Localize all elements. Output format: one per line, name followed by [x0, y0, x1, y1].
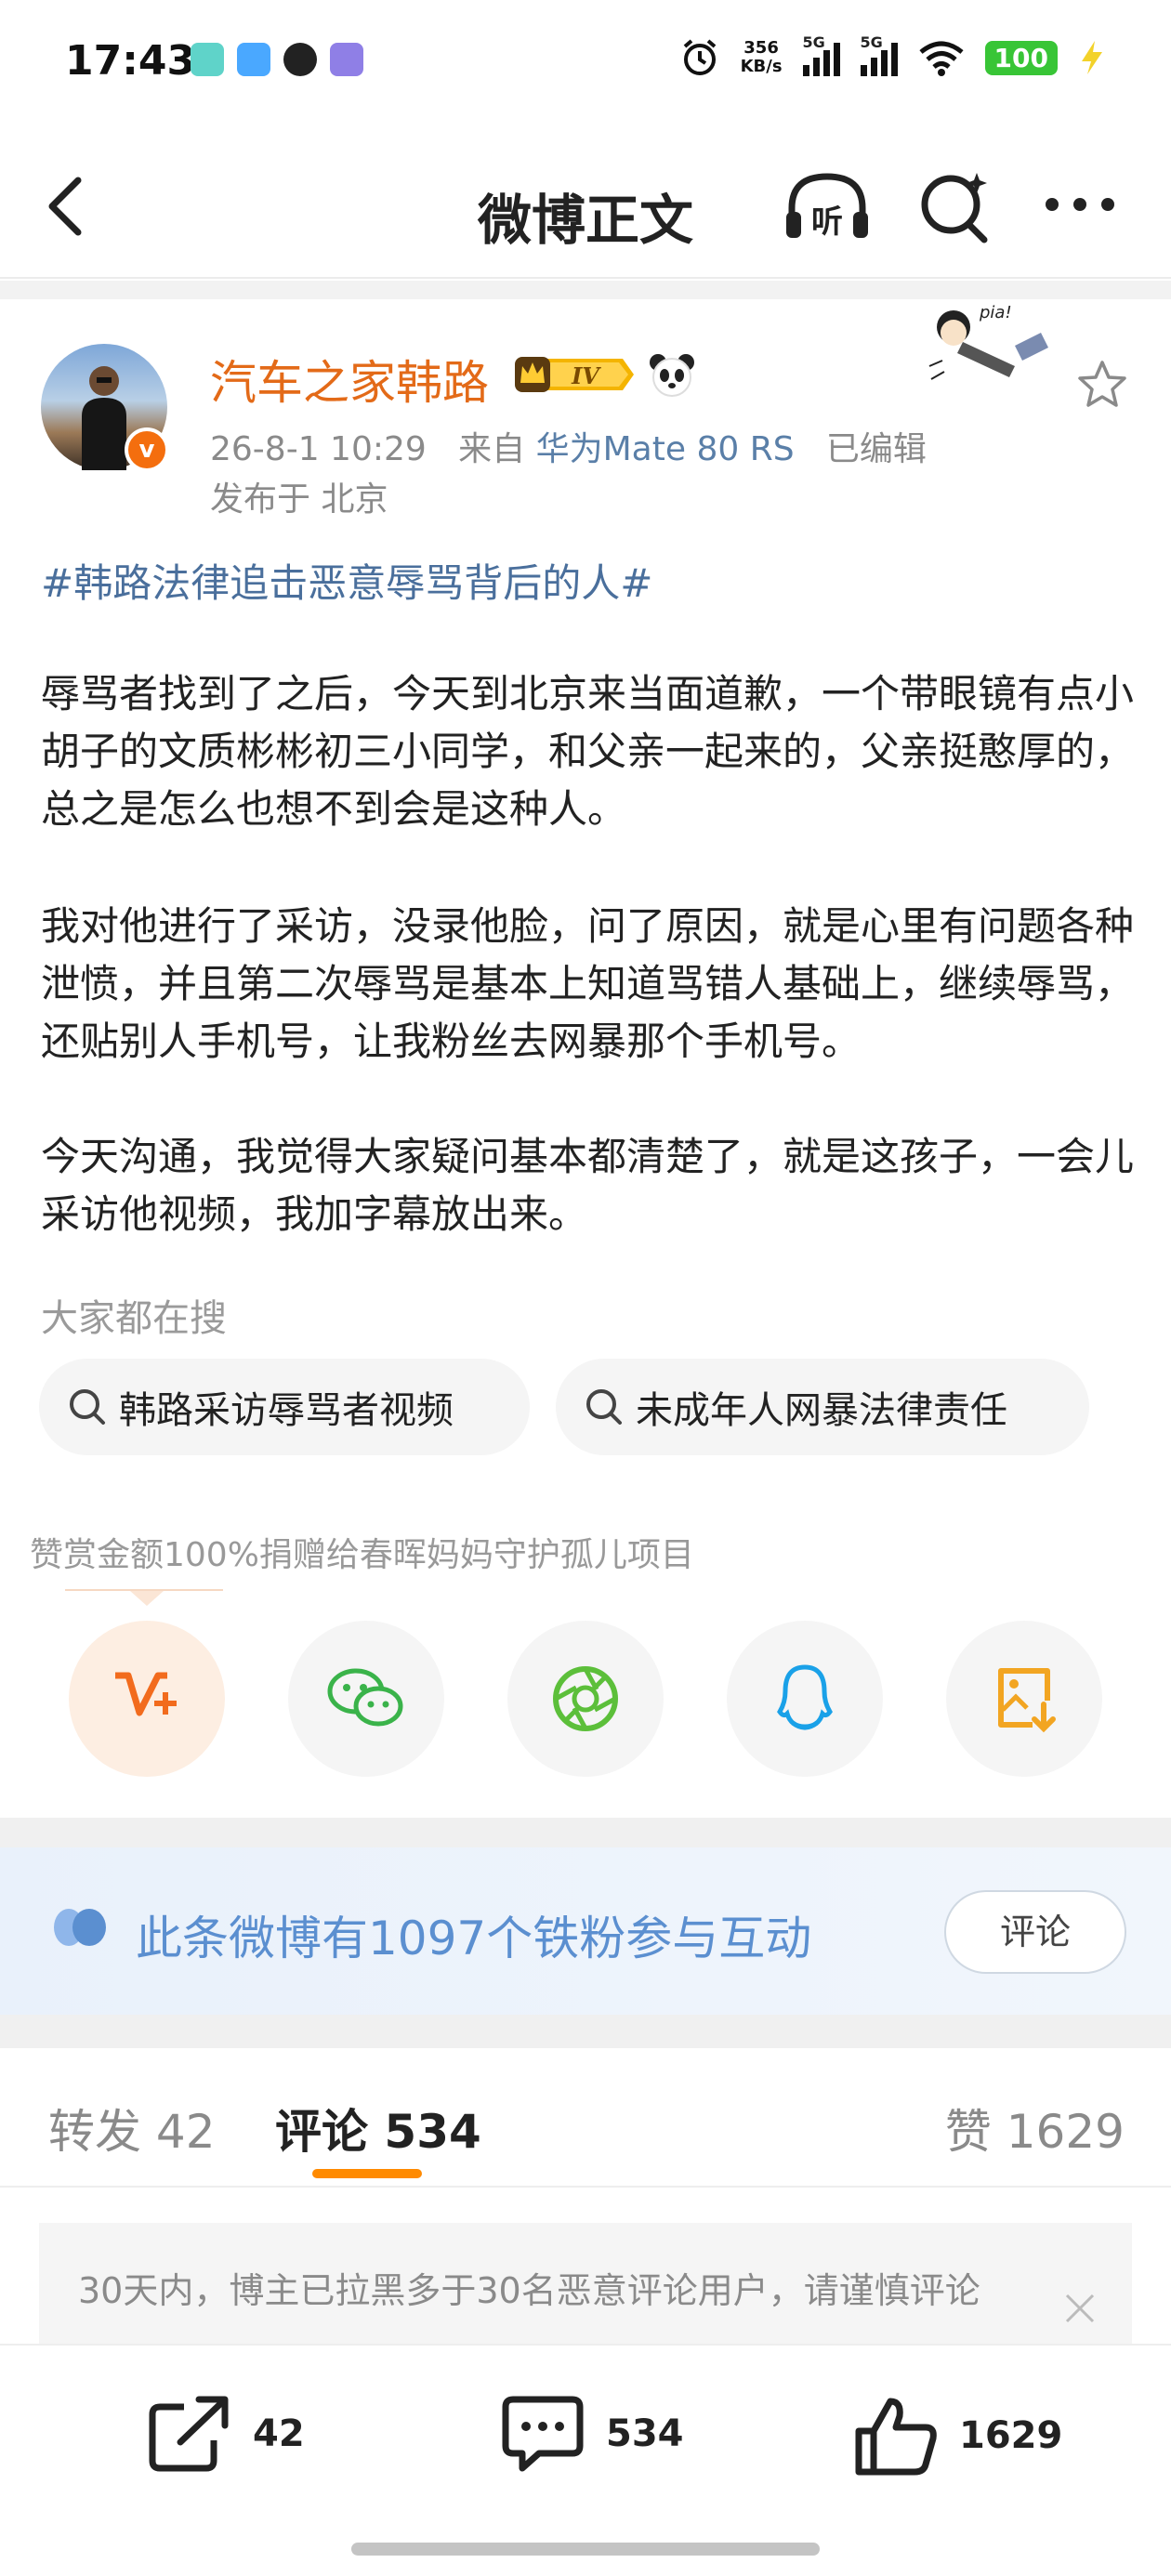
like-button[interactable]: 1629 [853, 2394, 1062, 2477]
comment-count: 534 [606, 2412, 684, 2455]
tab-like-count: 1629 [1006, 2105, 1125, 2159]
tab-comment[interactable]: 评论 534 [275, 2095, 481, 2162]
reward-text: 赞赏金额100%捐赠给春晖妈妈守护孤儿项目 [30, 1536, 694, 1574]
source-prefix: 来自 [458, 430, 526, 468]
tab-comment-count: 534 [384, 2105, 481, 2159]
svg-text:IV: IV [571, 362, 601, 389]
hashtag-link[interactable]: #韩路法律追击恶意辱骂背后的人# [41, 552, 652, 609]
status-icons: 356 KB/s 5G 5G 100 [679, 33, 1106, 78]
panda-icon [650, 354, 694, 397]
app-notification-icon [191, 43, 224, 76]
author-name[interactable]: 汽车之家韩路 [210, 346, 489, 413]
fans-icon [54, 1909, 106, 1946]
app-notification-icon [237, 43, 270, 76]
comment-button[interactable]: 534 [500, 2394, 684, 2474]
search-icon[interactable] [915, 167, 993, 245]
tab-repost[interactable]: 转发 42 [48, 2095, 216, 2162]
qq-notification-icon [283, 43, 317, 76]
alarm-icon [683, 39, 716, 75]
net-speed-value: 356 [743, 38, 779, 58]
post-location: 发布于 北京 [210, 480, 388, 519]
charging-icon [1082, 41, 1102, 74]
section-divider [0, 1818, 1171, 1847]
repost-count: 42 [253, 2412, 305, 2455]
tab-repost-count: 42 [155, 2105, 216, 2159]
home-indicator[interactable] [351, 2543, 820, 2556]
like-icon [855, 2398, 937, 2476]
post-paragraph: 我对他进行了采访，没录他脸，问了原因，就是心里有问题各种泄愤，并且第二次辱骂是基… [41, 903, 1135, 1064]
signal-label: 5G [860, 33, 883, 51]
post-paragraph: 辱骂者找到了之后，今天到北京来当面道歉，一个带眼镜有点小胡子的文质彬彬初三小同学… [41, 671, 1135, 832]
favorite-star-icon[interactable] [1074, 357, 1130, 413]
signal-icon: 5G [860, 33, 898, 76]
edited-label[interactable]: 已编辑 [826, 430, 927, 468]
svg-text:pia!: pia! [979, 303, 1012, 322]
nav-bar: 微博正文 听 [0, 130, 1171, 279]
reward-button[interactable] [69, 1621, 225, 1777]
wifi-icon [918, 41, 964, 76]
share-qq-button[interactable] [727, 1621, 883, 1777]
svg-text:听: 听 [811, 204, 843, 241]
post-paragraph: 今天沟通，我觉得大家疑问基本都清楚了，就是这孩子，一会儿采访他视频，我加字幕放出… [41, 1134, 1135, 1237]
repost-icon [149, 2396, 229, 2472]
fans-banner: 此条微博有1097个铁粉参与互动 评论 [0, 1847, 1171, 2015]
bottom-action-bar: 42 534 1629 [0, 2344, 1171, 2576]
repost-button[interactable]: 42 [147, 2394, 305, 2474]
notification-icons [191, 43, 363, 76]
search-icon [586, 1389, 622, 1425]
tab-repost-label: 转发 [48, 2105, 141, 2159]
vip-level-badge-icon[interactable]: IV [513, 351, 636, 398]
qq-icon [777, 1664, 833, 1730]
vplus-icon [115, 1672, 177, 1716]
fans-banner-text: 此条微博有1097个铁粉参与互动 [136, 1912, 812, 1965]
section-divider [0, 2015, 1171, 2048]
page-title: 微博正文 [477, 189, 693, 252]
net-speed: 356 KB/s [741, 39, 783, 76]
net-speed-unit: KB/s [740, 57, 783, 76]
hot-search-chip[interactable]: 未成年人网暴法律责任 [556, 1359, 1089, 1455]
tab-like[interactable]: 赞 1629 [945, 2095, 1125, 2162]
hot-search-title: 大家都在搜 [41, 1297, 227, 1340]
active-tab-indicator [312, 2169, 422, 2178]
avatar-person-icon [82, 366, 126, 470]
listen-icon[interactable]: 听 [781, 167, 874, 245]
moments-icon [553, 1666, 618, 1731]
post-device[interactable]: 华为Mate 80 RS [536, 430, 795, 468]
wechat-icon [327, 1668, 403, 1727]
interaction-tabs: 转发 42 评论 534 赞 1629 [0, 2048, 1171, 2188]
status-time: 17:43 [65, 37, 196, 85]
verified-badge: v [125, 427, 169, 472]
save-image-icon [998, 1668, 1056, 1733]
share-moments-button[interactable] [507, 1621, 664, 1777]
battery-indicator: 100 [984, 40, 1058, 75]
reward-tooltip-arrow [130, 1591, 164, 1606]
hot-search-chip-label: 未成年人网暴法律责任 [636, 1389, 1007, 1432]
tab-comment-label: 评论 [275, 2105, 368, 2159]
hourglass-notification-icon [330, 43, 363, 76]
more-icon[interactable] [1041, 186, 1119, 223]
signal-icon: 5G [802, 33, 840, 76]
post-date: 26-8-1 10:29 [210, 430, 427, 468]
signal-label: 5G [802, 33, 825, 51]
hot-search-chip-label: 韩路采访辱骂者视频 [119, 1389, 454, 1432]
search-icon [70, 1389, 105, 1425]
cartoon-sticker-icon: pia! [928, 303, 1048, 380]
hot-search-chip[interactable]: 韩路采访辱骂者视频 [39, 1359, 530, 1455]
fans-comment-button[interactable]: 评论 [944, 1890, 1126, 1974]
section-divider [0, 281, 1171, 299]
comment-icon [502, 2396, 584, 2472]
comment-notice-text: 30天内，博主已拉黑多于30名恶意评论用户，请谨慎评论 [78, 2270, 980, 2311]
status-bar: 17:43 356 KB/s 5G 5G 100 [0, 0, 1171, 130]
close-icon[interactable] [1061, 2290, 1099, 2327]
save-image-button[interactable] [946, 1621, 1102, 1777]
like-count: 1629 [959, 2414, 1063, 2457]
comment-notice: 30天内，博主已拉黑多于30名恶意评论用户，请谨慎评论 [39, 2223, 1132, 2344]
share-wechat-button[interactable] [288, 1621, 444, 1777]
tab-like-label: 赞 [944, 2105, 992, 2159]
post-meta: 26-8-1 10:29 来自 华为Mate 80 RS 已编辑 [210, 422, 927, 470]
